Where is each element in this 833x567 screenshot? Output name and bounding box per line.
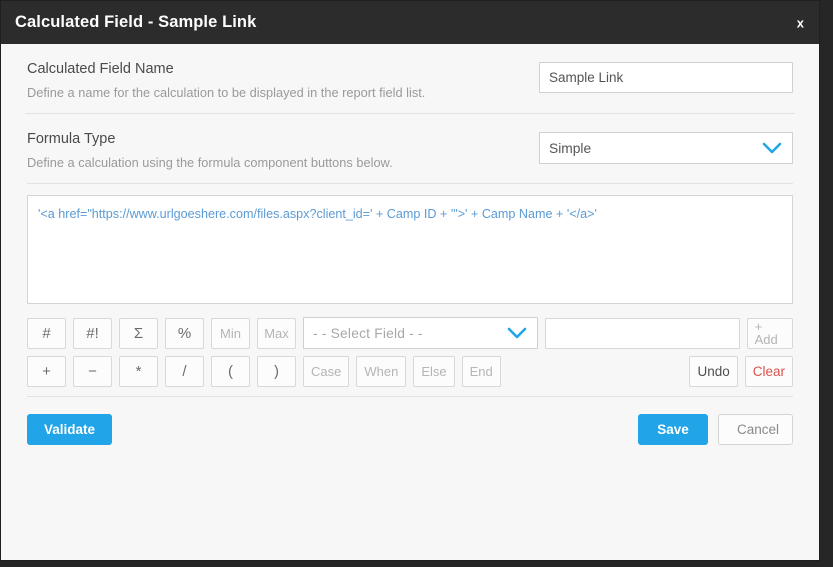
op-button-when[interactable]: When	[356, 356, 407, 387]
op-button-multiply[interactable]: *	[119, 356, 158, 387]
formula-type-description: Define a calculation using the formula c…	[27, 154, 393, 170]
op-button-divide[interactable]: /	[165, 356, 204, 387]
formula-textarea[interactable]: '<a href="https://www.urlgoeshere.com/fi…	[27, 195, 793, 304]
op-button-else[interactable]: Else	[413, 356, 455, 387]
dialog-titlebar: Calculated Field - Sample Link x	[1, 1, 819, 44]
formula-type-label: Formula Type	[27, 131, 116, 147]
field-name-description: Define a name for the calculation to be …	[27, 84, 426, 100]
calculated-field-dialog: Calculated Field - Sample Link x Calcula…	[0, 0, 820, 561]
op-button-plus[interactable]: +	[27, 356, 66, 387]
background-page-strip	[820, 0, 833, 567]
field-name-labels: Calculated Field Name Define a name for …	[27, 60, 425, 100]
formula-component-toolbar: # #! Σ % Min Max - - Select Field - - + …	[25, 304, 795, 387]
select-field-placeholder: - - Select Field - -	[313, 325, 423, 341]
cancel-button[interactable]: Cancel	[718, 414, 793, 445]
dialog-footer: Validate Save Cancel	[25, 397, 795, 445]
formula-type-select[interactable]: Simple	[539, 132, 793, 164]
op-button-open-paren[interactable]: (	[211, 356, 250, 387]
field-name-label: Calculated Field Name	[27, 61, 174, 77]
close-icon[interactable]: x	[792, 14, 809, 31]
custom-value-input[interactable]	[545, 317, 740, 349]
op-button-end[interactable]: End	[461, 356, 501, 387]
dialog-title: Calculated Field - Sample Link	[15, 13, 257, 31]
op-button-close-paren[interactable]: )	[257, 356, 296, 387]
formula-editor-wrapper: '<a href="https://www.urlgoeshere.com/fi…	[25, 184, 795, 304]
formula-expression: '<a href="https://www.urlgoeshere.com/fi…	[38, 207, 597, 221]
op-button-count-distinct[interactable]: #!	[73, 317, 112, 349]
field-name-control	[539, 60, 793, 93]
chevron-down-icon	[761, 141, 783, 155]
toolbar-row-2: + − * / ( ) Case When Else End Undo Clea…	[27, 356, 793, 387]
calculated-field-name-input[interactable]	[539, 62, 793, 93]
chevron-down-icon	[506, 326, 528, 340]
op-button-count[interactable]: #	[27, 317, 66, 349]
clear-button[interactable]: Clear	[744, 356, 793, 387]
validate-button[interactable]: Validate	[27, 414, 113, 445]
op-button-case[interactable]: Case	[303, 356, 350, 387]
add-button[interactable]: + Add	[746, 317, 793, 349]
op-button-max[interactable]: Max	[257, 317, 296, 349]
formula-type-selected-value: Simple	[549, 140, 592, 156]
op-button-percent[interactable]: %	[165, 317, 204, 349]
op-button-minus[interactable]: −	[73, 356, 112, 387]
dialog-body: Calculated Field Name Define a name for …	[1, 44, 819, 560]
op-button-sum[interactable]: Σ	[119, 317, 158, 349]
field-row-formula-type: Formula Type Define a calculation using …	[25, 113, 795, 183]
save-button[interactable]: Save	[638, 414, 708, 445]
formula-type-control: Simple	[539, 130, 793, 164]
select-field-dropdown[interactable]: - - Select Field - -	[303, 317, 539, 349]
toolbar-row-1: # #! Σ % Min Max - - Select Field - - + …	[27, 317, 793, 349]
undo-button[interactable]: Undo	[689, 356, 738, 387]
formula-type-labels: Formula Type Define a calculation using …	[27, 130, 393, 170]
op-button-min[interactable]: Min	[211, 317, 250, 349]
field-row-name: Calculated Field Name Define a name for …	[25, 44, 795, 113]
